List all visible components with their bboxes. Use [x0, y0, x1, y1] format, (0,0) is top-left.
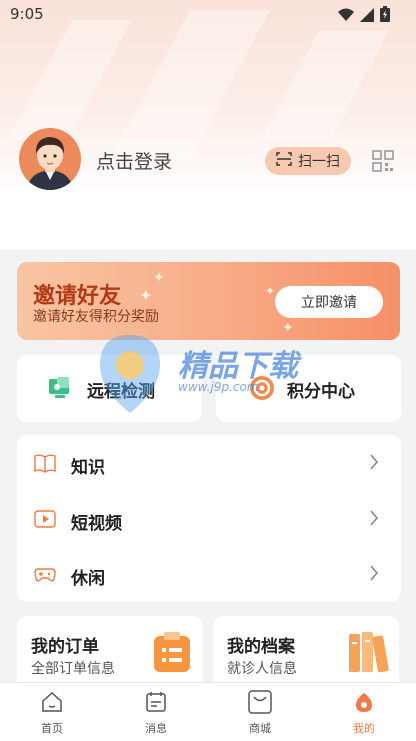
- book-icon: [34, 452, 56, 474]
- content-menu-card: 知识 短视频 休闲: [17, 435, 401, 602]
- scan-button[interactable]: 扫一扫: [265, 147, 351, 175]
- clipboard-icon: [154, 632, 190, 676]
- avatar[interactable]: [19, 128, 81, 190]
- scan-icon: [276, 152, 292, 170]
- login-link[interactable]: 点击登录: [96, 147, 172, 174]
- signal-icon: [360, 7, 374, 26]
- tab-home[interactable]: 首页: [0, 683, 104, 741]
- tab-profile[interactable]: 我的: [312, 683, 416, 741]
- watermark-url: www.j9p.com: [178, 380, 259, 394]
- menu-item-label: 短视频: [71, 514, 122, 534]
- status-bar: 9:05: [0, 0, 416, 28]
- scan-label: 扫一扫: [298, 154, 340, 170]
- my-records-title: 我的档案: [227, 637, 295, 657]
- tab-label: 商城: [249, 722, 271, 735]
- my-orders-subtitle: 全部订单信息: [31, 661, 115, 677]
- my-orders-title: 我的订单: [31, 637, 99, 657]
- bottom-tab-bar: 首页 消息 商城 我的: [0, 682, 416, 741]
- watermark-logo: 精品下载 www.j9p.com: [96, 333, 326, 415]
- video-icon: [34, 508, 56, 530]
- profile-header-background: [0, 0, 416, 250]
- chevron-right-icon: [369, 564, 379, 582]
- sparkle-icon: ✦: [139, 286, 153, 305]
- monitor-icon: [49, 377, 73, 403]
- qr-code-icon[interactable]: [372, 150, 394, 172]
- tab-label: 首页: [41, 722, 63, 735]
- files-icon: [349, 630, 389, 678]
- invite-banner[interactable]: ✦ ✦ ✦ ✦ 邀请好友 邀请好友得积分奖励 立即邀请: [17, 262, 400, 340]
- shop-icon: [247, 689, 273, 715]
- menu-item-leisure[interactable]: 休闲: [17, 548, 401, 600]
- message-icon: [145, 691, 167, 713]
- sparkle-icon: ✦: [265, 284, 276, 298]
- gamepad-icon: [34, 563, 56, 585]
- home-icon: [41, 691, 63, 713]
- menu-item-label: 休闲: [71, 569, 105, 589]
- menu-item-short-video[interactable]: 短视频: [17, 493, 401, 545]
- menu-item-label: 知识: [71, 458, 105, 478]
- status-time: 9:05: [10, 5, 44, 23]
- profile-icon: [353, 691, 375, 713]
- invite-now-button[interactable]: 立即邀请: [275, 286, 383, 318]
- menu-item-knowledge[interactable]: 知识: [17, 437, 401, 489]
- tab-shop[interactable]: 商城: [208, 683, 312, 741]
- tab-label: 我的: [353, 722, 375, 735]
- banner-subtitle: 邀请好友得积分奖励: [33, 309, 159, 325]
- watermark-title: 精品下载: [178, 349, 298, 384]
- chevron-right-icon: [369, 509, 379, 527]
- sparkle-icon: ✦: [153, 270, 165, 286]
- tab-label: 消息: [145, 722, 167, 735]
- wifi-icon: [338, 7, 354, 26]
- battery-icon: [380, 6, 390, 26]
- tab-messages[interactable]: 消息: [104, 683, 208, 741]
- my-records-subtitle: 就诊人信息: [227, 661, 297, 677]
- chevron-right-icon: [369, 453, 379, 471]
